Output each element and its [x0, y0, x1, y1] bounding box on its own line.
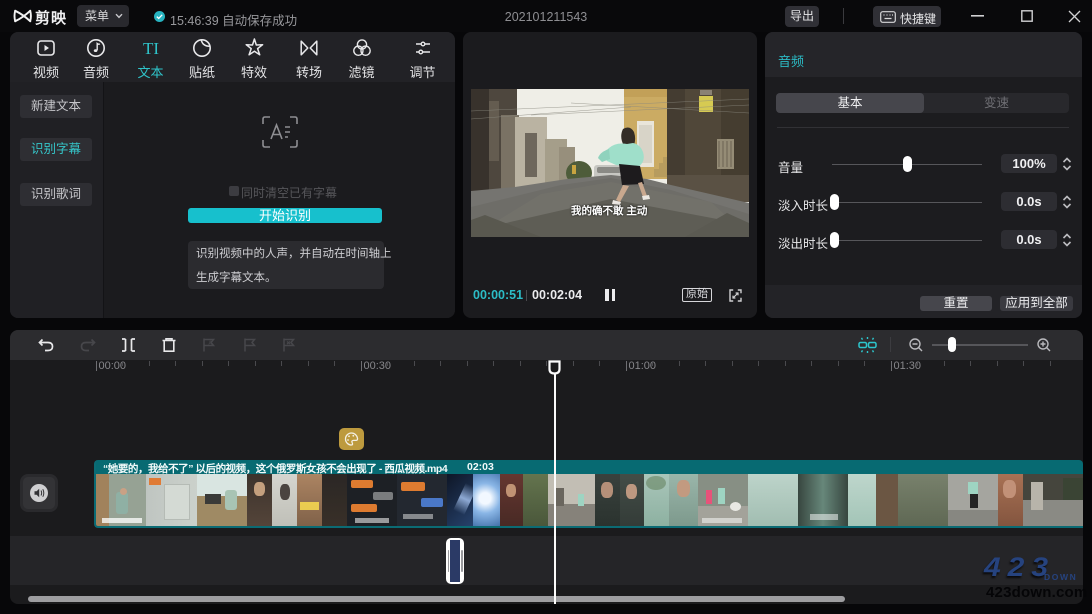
svg-text:我的确不敢 主动: 我的确不敢 主动: [571, 204, 648, 217]
svg-text:TI: TI: [142, 39, 158, 58]
